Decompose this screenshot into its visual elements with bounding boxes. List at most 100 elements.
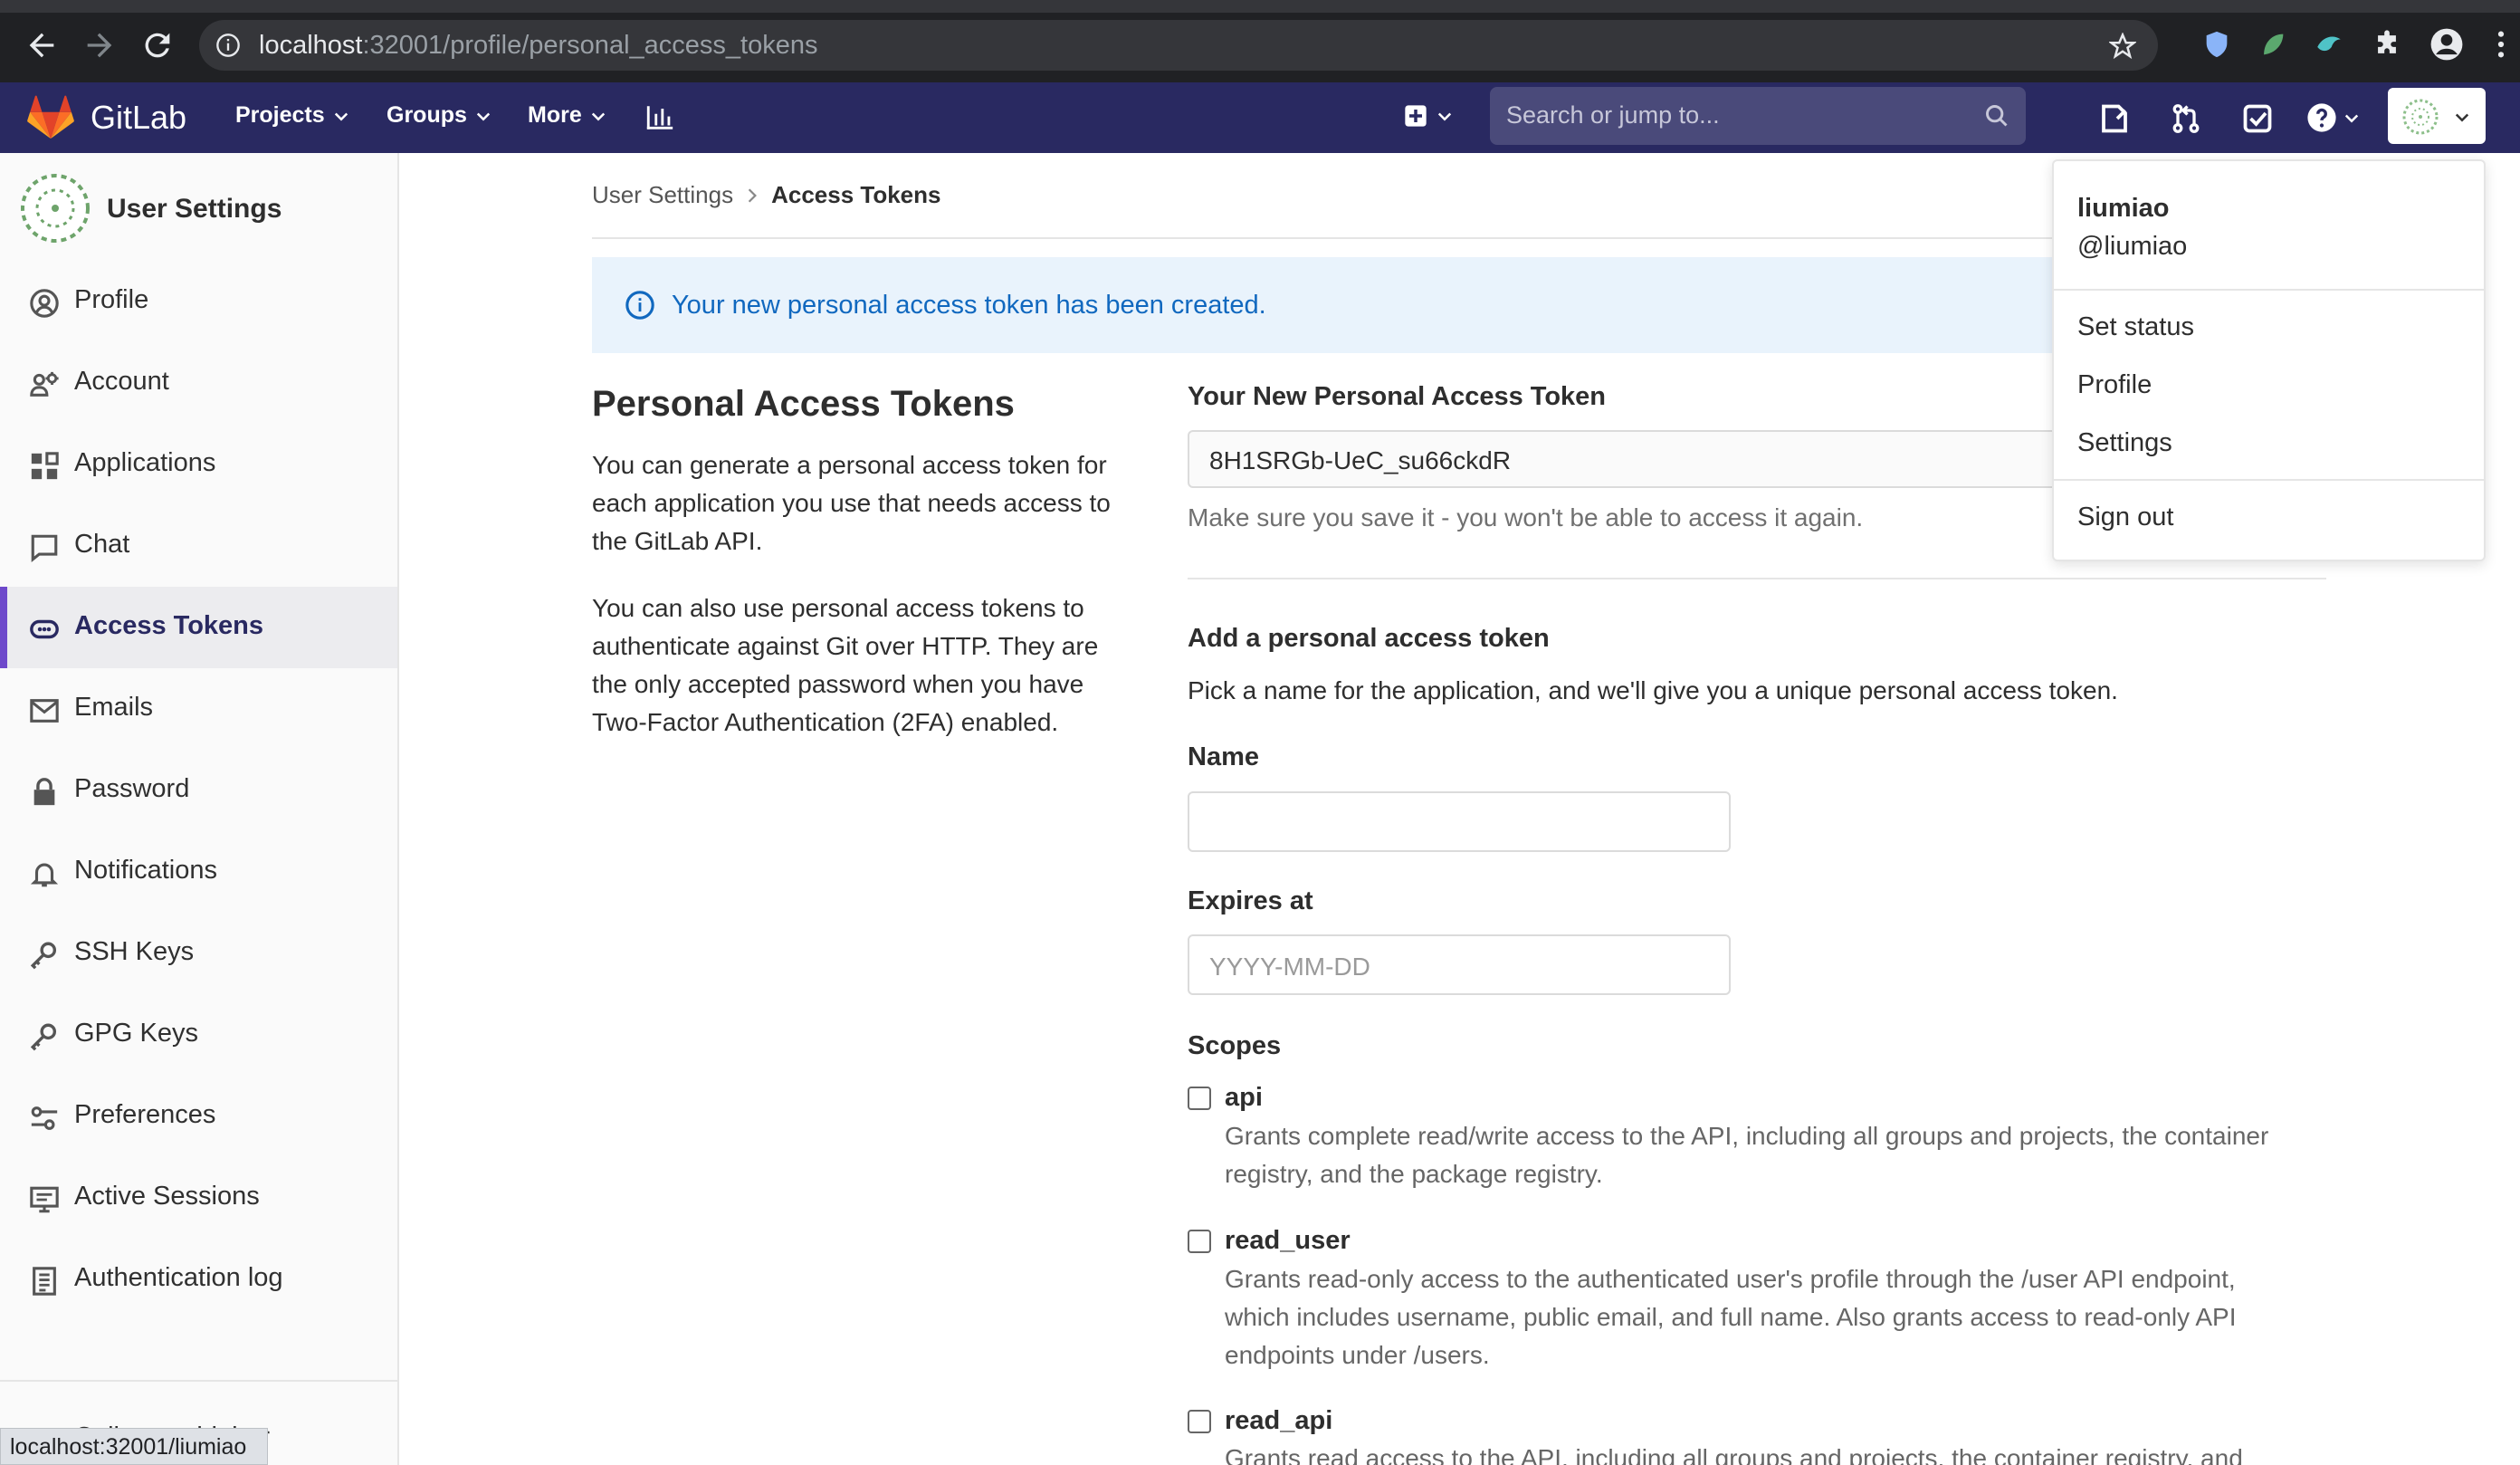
sidebar-item-label: Preferences [74,1100,216,1129]
todo-icon[interactable] [2241,102,2274,135]
forward-icon[interactable] [81,27,118,63]
sidebar-item-chat[interactable]: Chat [0,505,397,587]
address-bar[interactable]: localhost:32001/profile/personal_access_… [199,20,2158,71]
extensions-puzzle-icon[interactable] [2372,29,2402,60]
chat-icon [31,534,58,562]
sidebar-title[interactable]: User Settings [107,194,282,225]
sidebar-item-profile[interactable]: Profile [0,261,397,342]
dropdown-set-status[interactable]: Set status [2077,312,2194,342]
more-menu-label: More [528,102,582,128]
plus-square-icon [1405,105,1427,127]
merge-requests-icon[interactable] [2170,102,2202,135]
info-icon [625,291,654,320]
help-dropdown[interactable] [2306,102,2361,133]
dropdown-profile[interactable]: Profile [2077,370,2152,400]
new-token-hint: Make sure you save it - you won't be abl… [1188,503,1864,531]
account-icon [30,371,59,397]
add-token-description: Pick a name for the application, and we'… [1188,676,2118,704]
back-icon[interactable] [24,27,60,63]
chevron-down-icon [2455,113,2469,122]
groups-menu[interactable]: Groups [387,102,492,129]
site-info-icon[interactable] [215,33,241,58]
sidebar-item-applications[interactable]: Applications [0,424,397,505]
intro-paragraph: You can generate a personal access token… [592,451,1111,555]
more-menu[interactable]: More [528,102,607,129]
new-token-label: Your New Personal Access Token [1188,382,1607,411]
sidebar-item-label: SSH Keys [74,937,195,966]
expires-placeholder: YYYY-MM-DD [1209,953,1370,981]
gitlab-logo-icon[interactable] [27,95,74,140]
git-http-paragraph: You can also use personal access tokens … [592,594,1099,736]
sidebar-item-access-tokens[interactable]: Access Tokens [0,587,397,668]
sidebar-item-label: Password [74,774,190,803]
bookmark-star-icon[interactable] [2109,33,2136,60]
search-placeholder: Search or jump to... [1506,101,1720,129]
sidebar-item-ssh-keys[interactable]: SSH Keys [0,913,397,994]
sidebar-item-active-sessions[interactable]: Active Sessions [0,1157,397,1239]
sidebar-item-preferences[interactable]: Preferences [0,1076,397,1157]
extension-bird-icon[interactable] [2314,29,2344,60]
scope-read-user-checkbox[interactable] [1188,1230,1211,1253]
new-item-dropdown[interactable] [1403,103,1454,129]
reload-icon[interactable] [139,27,176,63]
dropdown-username: @liumiao [2077,232,2188,261]
issues-icon[interactable] [2098,102,2131,135]
search-input[interactable]: Search or jump to... [1490,87,2026,145]
browser-profile-icon[interactable] [2429,27,2464,62]
scope-api-checkbox[interactable] [1188,1087,1211,1110]
scopes-label: Scopes [1188,1031,1282,1060]
sidebar-item-label: Profile [74,285,149,314]
page-title: Personal Access Tokens [592,384,1015,424]
scope-read-api-desc-line1: Grants read access to the API, including… [1225,1444,2243,1465]
browser-tab-strip [0,0,2520,13]
sidebar-item-label: Emails [74,693,154,722]
expires-date-field[interactable]: YYYY-MM-DD [1188,934,1731,995]
sidebar-item-authentication-log[interactable]: Authentication log [0,1239,397,1320]
sidebar-item-label: Notifications [74,856,217,885]
breadcrumb-current[interactable]: Access Tokens [771,181,940,209]
help-icon [2307,103,2336,132]
sidebar-item-password[interactable]: Password [0,750,397,831]
extension-leaf-icon[interactable] [2258,29,2288,60]
breadcrumb-parent[interactable]: User Settings [592,181,733,209]
url-text: localhost:32001/profile/personal_access_… [259,31,817,61]
profile-icon [30,289,59,318]
sidebar-item-gpg-keys[interactable]: GPG Keys [0,994,397,1076]
sidebar-avatar[interactable] [20,173,91,244]
dropdown-sign-out[interactable]: Sign out [2077,503,2173,532]
brand-name[interactable]: GitLab [91,99,186,137]
sidebar-item-label: Account [74,367,169,396]
sidebar-item-account[interactable]: Account [0,342,397,424]
dropdown-settings[interactable]: Settings [2077,428,2172,458]
sidebar-item-label: Chat [74,530,130,559]
sidebar-item-emails[interactable]: Emails [0,668,397,750]
browser-menu-icon[interactable] [2495,29,2507,60]
scope-read-user-name[interactable]: read_user [1225,1226,1351,1256]
breadcrumb: User Settings Access Tokens [592,181,940,209]
scope-read-api-checkbox[interactable] [1188,1410,1211,1433]
scope-api-name[interactable]: api [1225,1083,1263,1113]
scope-read-api-name[interactable]: read_api [1225,1406,1332,1436]
projects-menu[interactable]: Projects [235,102,350,129]
extension-shield-icon[interactable] [2201,29,2232,60]
lock-icon [33,778,55,806]
chevron-down-icon [2344,114,2359,123]
scope-api-desc-line2: registry, and the package registry. [1225,1160,1603,1188]
dropdown-divider [2054,479,2484,481]
scope-read-user-desc-line1: Grants read-only access to the authentic… [1225,1265,2236,1293]
name-label: Name [1188,742,1259,771]
sidebar-item-label: Active Sessions [74,1182,260,1211]
url-host: localhost [259,31,363,60]
settings-sidebar: User Settings Profile Account Applicatio… [0,153,399,1465]
dropdown-user-name[interactable]: liumiao [2077,194,2170,224]
sidebar-item-label: Access Tokens [74,611,264,640]
key-icon [30,942,57,970]
user-avatar-dropdown[interactable] [2388,88,2486,144]
sidebar-divider [0,1380,397,1382]
sidebar-item-notifications[interactable]: Notifications [0,831,397,913]
expires-label: Expires at [1188,886,1313,915]
activity-chart-icon[interactable] [644,102,675,133]
scope-read-user-desc-line2: which includes username, public email, a… [1225,1303,2237,1331]
name-field[interactable] [1188,791,1731,852]
browser-toolbar: localhost:32001/profile/personal_access_… [0,0,2520,82]
